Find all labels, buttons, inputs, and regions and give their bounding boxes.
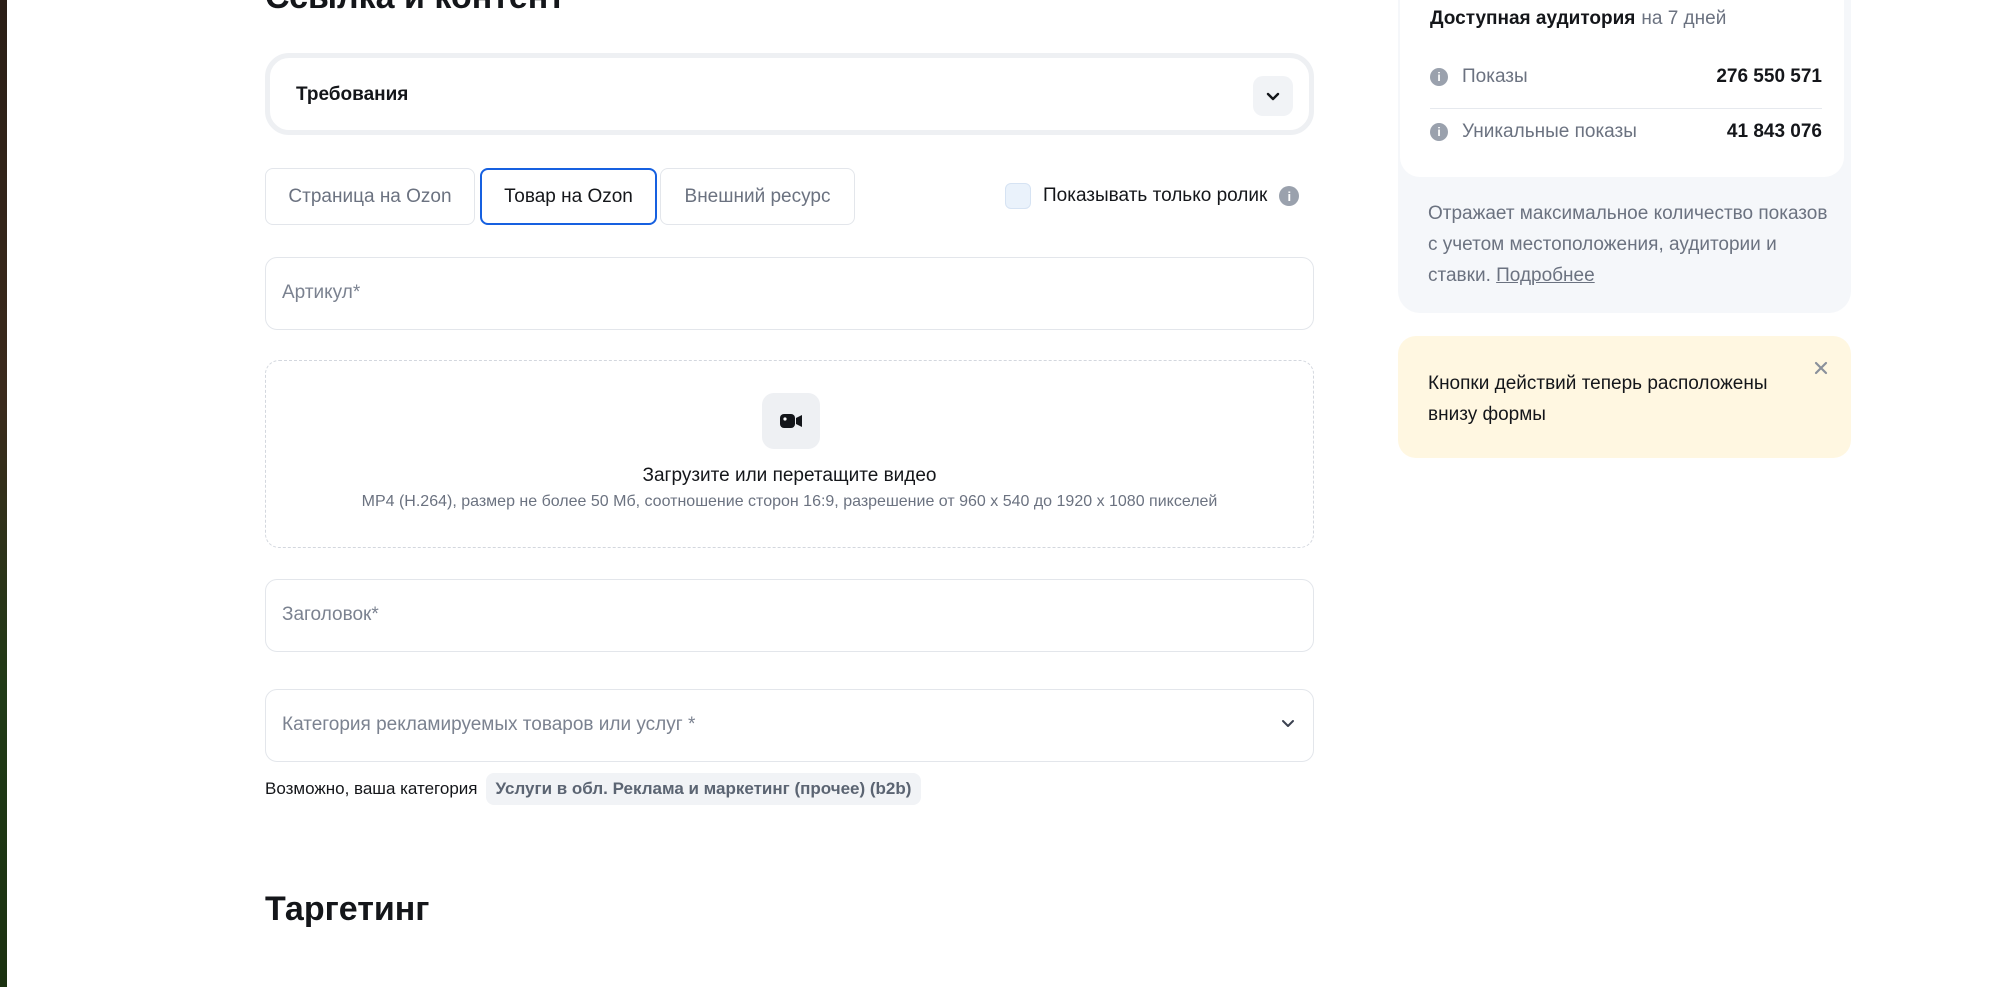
sku-placeholder: Артикул* <box>282 282 361 303</box>
category-placeholder: Категория рекламируемых товаров или услу… <box>282 714 696 735</box>
requirements-label: Требования <box>296 84 409 105</box>
background-edge <box>0 0 7 987</box>
show-only-video-option[interactable]: Показывать только ролик i <box>1005 183 1300 209</box>
chevron-down-icon[interactable] <box>1253 76 1293 116</box>
audience-row-label: Показы <box>1462 66 1528 87</box>
video-upload-dropzone[interactable]: Загрузите или перетащите видео MP4 (H.26… <box>265 360 1314 548</box>
audience-row-impressions: i Показы 276 550 571 <box>1430 50 1822 104</box>
close-icon[interactable] <box>1809 356 1833 380</box>
show-only-video-checkbox[interactable] <box>1005 183 1031 209</box>
info-icon[interactable]: i <box>1279 186 1300 206</box>
audience-description-text: Отражает максимальное количество показов… <box>1428 203 1828 286</box>
info-icon[interactable]: i <box>1430 123 1448 141</box>
audience-row-label: Уникальные показы <box>1462 121 1637 142</box>
audience-description: Отражает максимальное количество показов… <box>1428 198 1828 291</box>
category-suggestion: Возможно, ваша категория Услуги в обл. Р… <box>265 773 922 805</box>
upload-title: Загрузите или перетащите видео <box>642 465 937 486</box>
headline-field[interactable]: Заголовок* <box>265 579 1314 652</box>
audience-title-label: Доступная аудитория <box>1430 8 1636 29</box>
category-suggestion-chip[interactable]: Услуги в обл. Реклама и маркетинг (проче… <box>485 773 922 805</box>
tab-label: Внешний ресурс <box>684 185 831 207</box>
chevron-down-icon <box>1279 714 1297 737</box>
tab-external-resource[interactable]: Внешний ресурс <box>660 168 855 225</box>
category-select[interactable]: Категория рекламируемых товаров или услу… <box>265 689 1314 762</box>
audience-row-value: 41 843 076 <box>1726 121 1822 142</box>
targeting-title: Таргетинг <box>265 890 430 928</box>
video-camera-icon <box>762 393 820 449</box>
headline-placeholder: Заголовок* <box>282 604 379 625</box>
section-title: Ссылка и контент <box>265 0 565 17</box>
requirements-accordion[interactable]: Требования <box>265 53 1314 135</box>
audience-row-unique-impressions: i Уникальные показы 41 843 076 <box>1430 105 1822 159</box>
show-only-video-label: Показывать только ролик <box>1043 185 1268 206</box>
audience-title: Доступная аудитория на 7 дней <box>1430 8 1726 30</box>
notice-banner: Кнопки действий теперь расположены внизу… <box>1398 336 1851 458</box>
tab-label: Страница на Ozon <box>288 185 452 207</box>
tab-ozon-page[interactable]: Страница на Ozon <box>265 168 475 225</box>
audience-period: на 7 дней <box>1641 8 1727 29</box>
upload-hint: MP4 (H.264), размер не более 50 Мб, соот… <box>361 493 1218 510</box>
audience-row-value: 276 550 571 <box>1716 66 1822 87</box>
info-icon[interactable]: i <box>1430 68 1448 86</box>
sku-field[interactable]: Артикул* <box>265 257 1314 330</box>
tab-label: Товар на Ozon <box>504 185 633 207</box>
audience-more-link[interactable]: Подробнее <box>1496 265 1595 286</box>
category-suggestion-text: Возможно, ваша категория <box>265 779 478 798</box>
notice-text: Кнопки действий теперь расположены внизу… <box>1428 373 1768 425</box>
tab-ozon-product[interactable]: Товар на Ozon <box>480 168 657 225</box>
audience-panel: Доступная аудитория на 7 дней i Показы 27… <box>1398 0 1851 313</box>
audience-card: Доступная аудитория на 7 дней i Показы 27… <box>1400 0 1844 177</box>
